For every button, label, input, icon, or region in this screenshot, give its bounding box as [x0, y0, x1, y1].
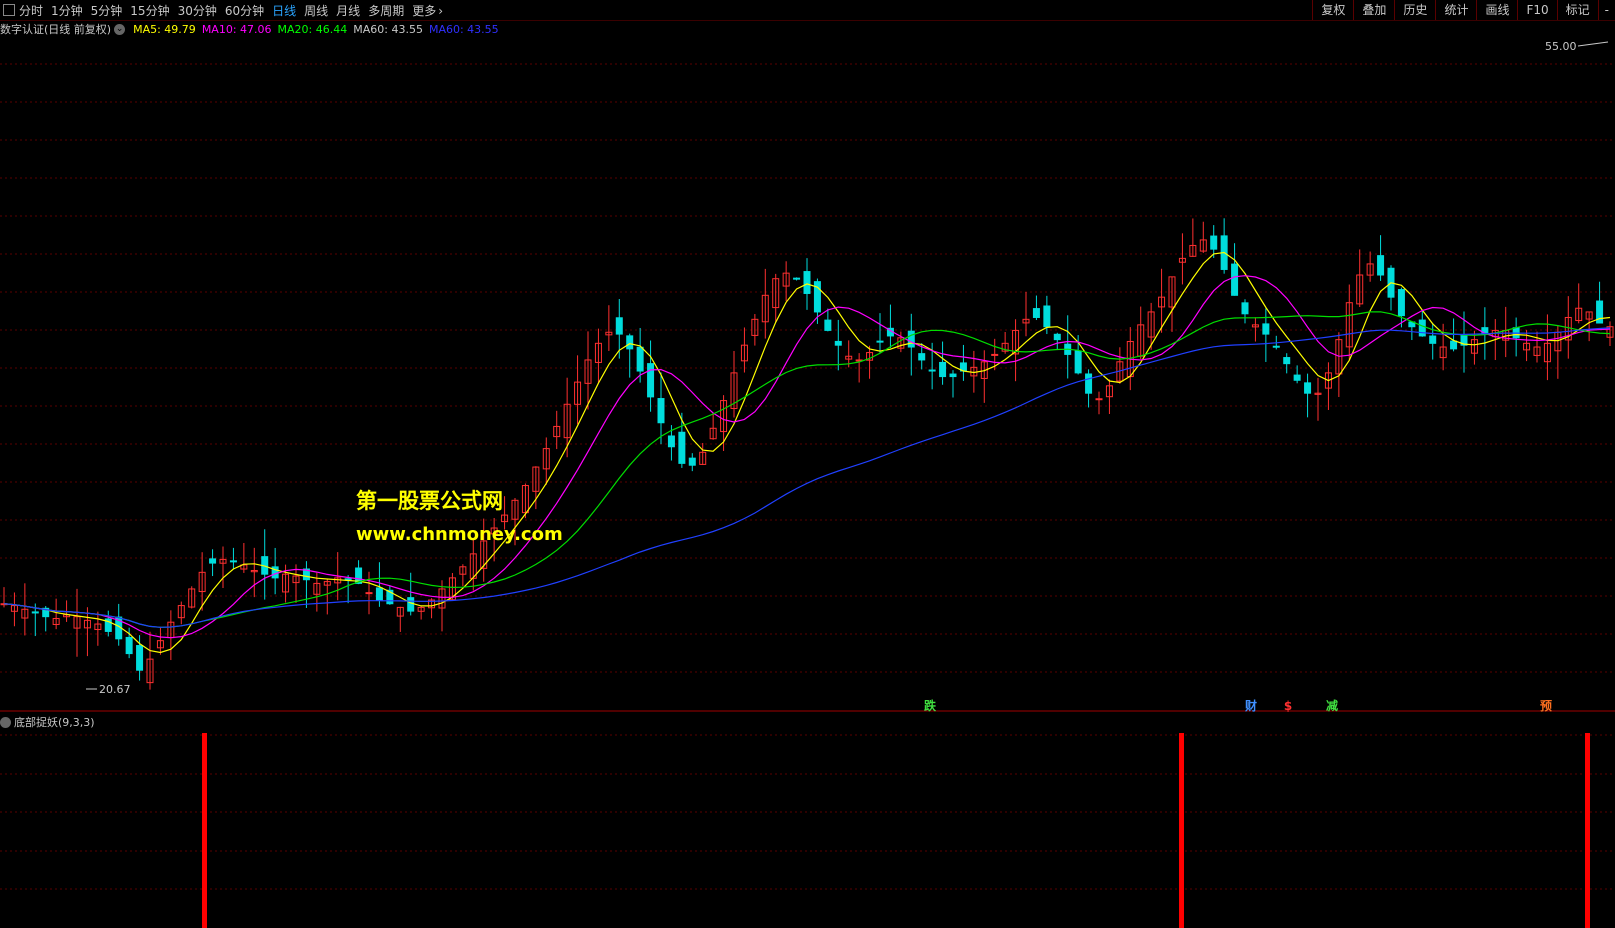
candle-body — [626, 335, 634, 350]
candle-body — [136, 645, 144, 671]
signal-bar — [1585, 733, 1590, 928]
ma20-line — [3, 311, 1611, 628]
candle-body — [1231, 263, 1239, 296]
candle-body — [928, 369, 936, 372]
candle-body — [615, 317, 623, 335]
candle-body — [824, 319, 832, 331]
candle-body — [688, 457, 696, 466]
candle-body — [1377, 255, 1385, 276]
candle-body — [918, 353, 926, 361]
candle-body — [1053, 333, 1061, 341]
candle-body — [939, 361, 947, 378]
watermark-line1: 第一股票公式网 — [356, 489, 503, 513]
candle-body — [1262, 323, 1270, 335]
candle-body — [1293, 374, 1301, 381]
candle-body — [1095, 398, 1103, 401]
candle-body — [834, 340, 842, 346]
chevron-down-icon[interactable] — [0, 716, 11, 728]
candle-body — [1304, 382, 1312, 394]
candle-body — [1272, 345, 1280, 348]
candle-body — [657, 398, 665, 424]
event-marker: 减 — [1326, 698, 1338, 713]
high-price-pointer — [1577, 41, 1609, 47]
candle-body — [1450, 340, 1458, 350]
candle-body — [647, 363, 655, 398]
candle-body — [1210, 235, 1218, 250]
signal-bar — [202, 733, 207, 928]
candle-body — [31, 611, 39, 614]
candle-body — [209, 558, 217, 564]
candle-body — [907, 330, 915, 348]
candle-body — [1397, 289, 1405, 317]
sub-legend: 底部捉妖(9,3,3) — [0, 714, 95, 730]
high-price-label: 55.00 — [1545, 40, 1577, 53]
candle-body — [876, 340, 884, 343]
candle-body — [125, 636, 133, 655]
candle-body — [344, 578, 352, 581]
signal-bar — [1179, 733, 1184, 928]
candle-body — [991, 353, 999, 356]
event-marker: $ — [1284, 699, 1292, 713]
candle-body — [793, 277, 801, 280]
candle-body — [375, 587, 383, 601]
candle-body — [1241, 302, 1249, 315]
event-marker: 财 — [1244, 698, 1257, 713]
candle-body — [678, 431, 686, 464]
candle-body — [229, 560, 237, 563]
event-marker: 跌 — [924, 698, 937, 713]
candle-body — [1085, 373, 1093, 394]
sub-indicator-title: 底部捉妖(9,3,3) — [14, 716, 95, 729]
candle-body — [407, 597, 415, 612]
candle-body — [365, 592, 373, 595]
candle-body — [1032, 308, 1040, 318]
kline-chart[interactable]: 55.00 20.67 跌 财 $ 减 预 — [0, 0, 1615, 928]
candle-body — [1418, 319, 1426, 337]
candle-body — [1043, 305, 1051, 328]
event-marker: 预 — [1540, 699, 1552, 713]
candle-body — [1074, 350, 1082, 374]
watermark-line2: www.chnmoney.com — [356, 524, 563, 545]
candle-body — [1429, 335, 1437, 344]
low-price-label: 20.67 — [99, 683, 131, 696]
candle-body — [667, 435, 675, 448]
candle-body — [636, 346, 644, 372]
ma60-line — [3, 327, 1611, 628]
candle-body — [1283, 357, 1291, 365]
candle-body — [803, 271, 811, 294]
candle-body — [949, 373, 957, 378]
